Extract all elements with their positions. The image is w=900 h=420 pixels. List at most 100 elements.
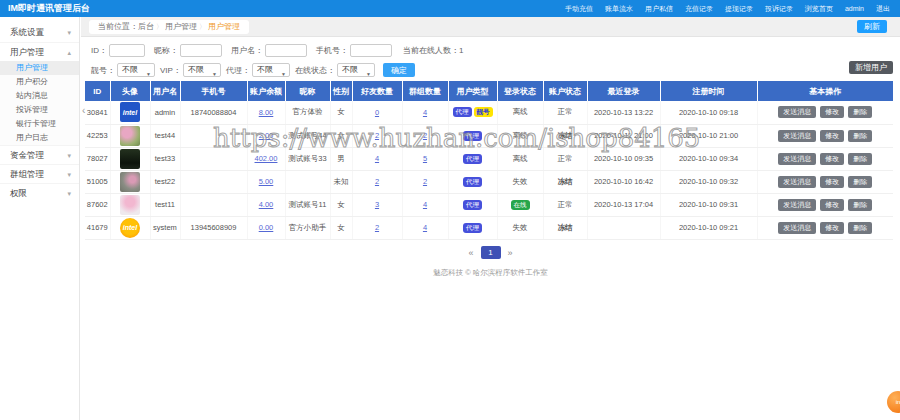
- cell-actions: 发送消息修改删除: [757, 147, 893, 170]
- col-header-0: ID: [85, 81, 110, 101]
- cell-avatar: intel: [110, 216, 150, 239]
- sidebar-item-1-0[interactable]: 用户管理: [0, 61, 79, 75]
- filter-input-nickname[interactable]: [180, 44, 222, 57]
- groups-link[interactable]: 2: [423, 177, 427, 186]
- cell-gender: 女: [330, 101, 352, 124]
- delete-button[interactable]: 删除: [848, 153, 872, 165]
- col-header-14: 基本操作: [757, 81, 893, 101]
- cell-id: 30841: [85, 101, 110, 124]
- nav-item-4[interactable]: 提现记录: [725, 4, 753, 14]
- table-row: 41679intelsystem139456089090.00官方小助手女24代…: [85, 216, 893, 239]
- nav-item-0[interactable]: 手动充值: [565, 4, 593, 14]
- add-user-button[interactable]: 新增用户: [849, 61, 893, 74]
- delete-button[interactable]: 删除: [848, 106, 872, 118]
- delete-button[interactable]: 删除: [848, 130, 872, 142]
- cell-gender: 未知: [330, 170, 352, 193]
- edit-button[interactable]: 修改: [820, 199, 844, 211]
- edit-button[interactable]: 修改: [820, 130, 844, 142]
- sidebar-collapse-icon[interactable]: ‹: [82, 106, 85, 116]
- cell-phone: 18740088804: [180, 101, 247, 124]
- filter-select-vip[interactable]: 不限▼: [183, 63, 221, 77]
- cell-friends: 3: [352, 193, 402, 216]
- nav-item-2[interactable]: 用户私信: [645, 4, 673, 14]
- friends-link[interactable]: 2: [375, 177, 379, 186]
- edit-button[interactable]: 修改: [820, 176, 844, 188]
- friends-link[interactable]: 4: [375, 154, 379, 163]
- groups-link[interactable]: 5: [423, 154, 427, 163]
- filter-input-id[interactable]: [109, 44, 145, 57]
- breadcrumb-item-2[interactable]: 用户管理: [208, 22, 240, 31]
- cell-username: test22: [150, 170, 180, 193]
- balance-link[interactable]: 0.00: [259, 223, 274, 232]
- groups-link[interactable]: 4: [423, 223, 427, 232]
- nav-item-8[interactable]: 退出: [876, 4, 890, 14]
- send-message-button[interactable]: 发送消息: [778, 106, 816, 118]
- sidebar-group-2[interactable]: 资金管理▾: [0, 145, 79, 164]
- filter-input-phone[interactable]: [350, 44, 392, 57]
- filter-select-lianghao[interactable]: 不限▼: [117, 63, 155, 77]
- submit-filter-button[interactable]: 确定: [383, 63, 415, 77]
- sidebar-item-1-4[interactable]: 银行卡管理: [0, 117, 79, 131]
- cell-account-status: 正常: [543, 193, 587, 216]
- chevron-up-icon: ▴: [67, 43, 71, 62]
- avatar: [120, 126, 140, 146]
- edit-button[interactable]: 修改: [820, 153, 844, 165]
- delete-button[interactable]: 删除: [848, 176, 872, 188]
- friends-link[interactable]: 3: [375, 200, 379, 209]
- send-message-button[interactable]: 发送消息: [778, 130, 816, 142]
- filter-select-online-status[interactable]: 不限▼: [337, 63, 375, 77]
- filter-select-agent[interactable]: 不限▼: [252, 63, 290, 77]
- cell-user-type: 代理: [448, 216, 497, 239]
- edit-button[interactable]: 修改: [820, 222, 844, 234]
- sidebar-group-4[interactable]: 权限▾: [0, 183, 79, 202]
- user-type-badge: 代理: [463, 154, 482, 164]
- nav-item-5[interactable]: 投诉记录: [765, 4, 793, 14]
- nav-item-1[interactable]: 账单流水: [605, 4, 633, 14]
- col-header-8: 群组数量: [402, 81, 448, 101]
- user-type-badge: 代理: [453, 107, 472, 117]
- breadcrumb-item-1[interactable]: 用户管理: [165, 22, 197, 31]
- sidebar-item-1-5[interactable]: 用户日志: [0, 131, 79, 145]
- breadcrumb-item-0[interactable]: 后台: [138, 22, 154, 31]
- col-header-7: 好友数量: [352, 81, 402, 101]
- balance-link[interactable]: 4.00: [259, 200, 274, 209]
- delete-button[interactable]: 删除: [848, 222, 872, 234]
- sidebar-item-1-2[interactable]: 站内消息: [0, 89, 79, 103]
- next-page-icon[interactable]: »: [508, 248, 513, 258]
- friends-link[interactable]: 0: [375, 108, 379, 117]
- cell-actions: 发送消息修改删除: [757, 124, 893, 147]
- send-message-button[interactable]: 发送消息: [778, 222, 816, 234]
- avatar: intel: [120, 218, 140, 238]
- filter-input-username[interactable]: [265, 44, 307, 57]
- balance-link[interactable]: 8.00: [259, 108, 274, 117]
- filter-label-agent: 代理：: [226, 65, 250, 76]
- groups-link[interactable]: 4: [423, 108, 427, 117]
- filter-label-online-status: 在线状态：: [295, 65, 335, 76]
- user-type-badge: 代理: [463, 200, 482, 210]
- current-page[interactable]: 1: [481, 246, 501, 259]
- cell-account-status: 冻结: [543, 216, 587, 239]
- nav-item-3[interactable]: 充值记录: [685, 4, 713, 14]
- sidebar-item-1-1[interactable]: 用户积分: [0, 75, 79, 89]
- sidebar-item-1-3[interactable]: 投诉管理: [0, 103, 79, 117]
- nav-item-6[interactable]: 浏览首页: [805, 4, 833, 14]
- send-message-button[interactable]: 发送消息: [778, 153, 816, 165]
- edit-button[interactable]: 修改: [820, 106, 844, 118]
- online-count-label: 当前在线人数：1: [403, 45, 463, 56]
- sidebar-group-0[interactable]: 系统设置▾: [0, 23, 79, 42]
- send-message-button[interactable]: 发送消息: [778, 176, 816, 188]
- chevron-down-icon: ▼: [281, 68, 286, 80]
- friends-link[interactable]: 2: [375, 223, 379, 232]
- col-header-1: 头像: [110, 81, 150, 101]
- sidebar-group-3[interactable]: 群组管理▾: [0, 164, 79, 183]
- balance-link[interactable]: 5.00: [259, 177, 274, 186]
- sidebar-group-1[interactable]: 用户管理▴: [0, 42, 79, 61]
- delete-button[interactable]: 删除: [848, 199, 872, 211]
- nav-item-7[interactable]: admin: [845, 5, 864, 12]
- refresh-button[interactable]: 刷新: [857, 20, 887, 33]
- filter-label-phone: 手机号：: [316, 45, 348, 56]
- groups-link[interactable]: 4: [423, 200, 427, 209]
- balance-link[interactable]: 402.00: [255, 154, 278, 163]
- send-message-button[interactable]: 发送消息: [778, 199, 816, 211]
- prev-page-icon[interactable]: «: [468, 248, 473, 258]
